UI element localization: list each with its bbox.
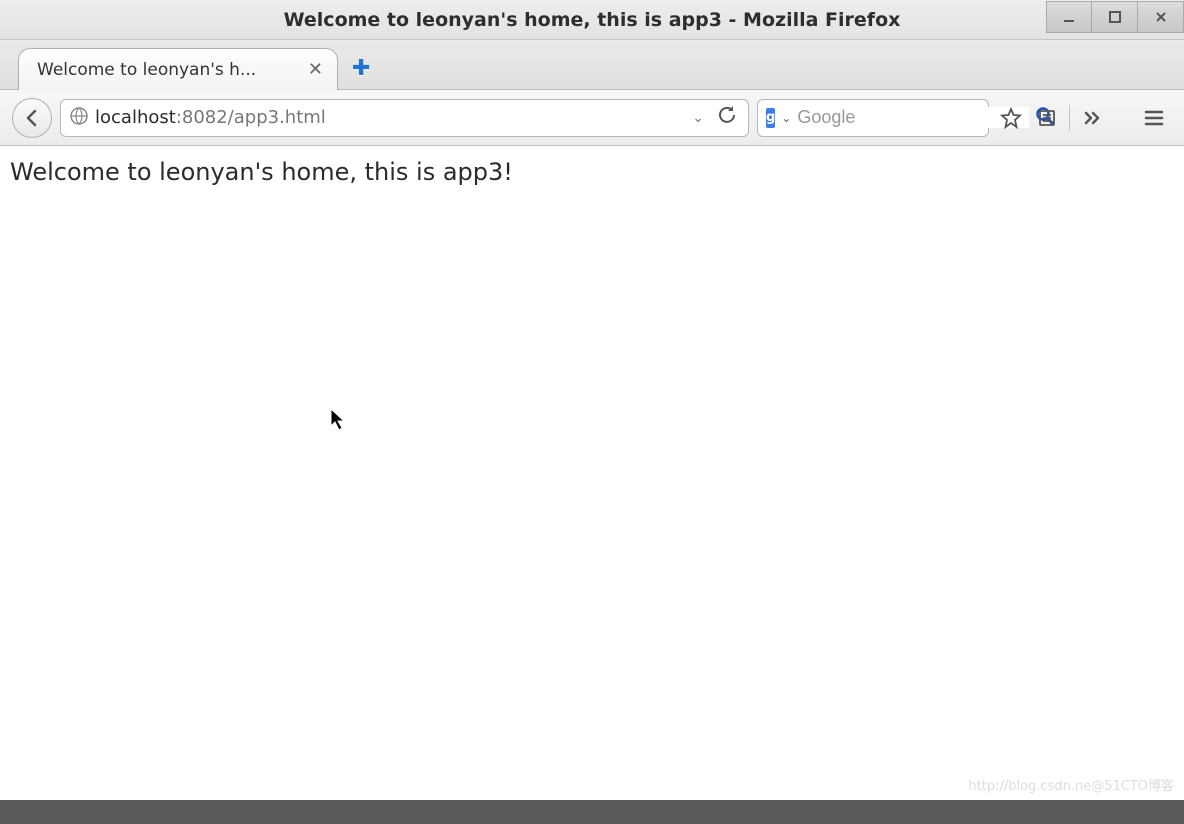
navigation-toolbar: localhost:8082/app3.html ⌄ g ⌄ xyxy=(0,90,1184,146)
url-host: localhost xyxy=(95,107,176,128)
watermark-text: http://blog.csdn.ne@51CTO博客 xyxy=(968,775,1174,794)
new-tab-button[interactable]: ✚ xyxy=(352,56,370,81)
url-dropdown-icon[interactable]: ⌄ xyxy=(688,110,708,126)
browser-tab[interactable]: Welcome to leonyan's h... ✕ xyxy=(18,48,338,90)
cursor-icon xyxy=(330,408,348,436)
bookmark-star-button[interactable] xyxy=(997,107,1025,129)
url-bar[interactable]: localhost:8082/app3.html ⌄ xyxy=(60,99,749,137)
reload-button[interactable] xyxy=(714,106,740,129)
minimize-button[interactable] xyxy=(1046,1,1092,33)
search-engine-icon: g xyxy=(766,108,775,128)
page-body-text: Welcome to leonyan's home, this is app3! xyxy=(10,158,1174,186)
tab-title: Welcome to leonyan's h... xyxy=(37,60,288,80)
hamburger-menu-button[interactable] xyxy=(1136,100,1172,136)
page-content: Welcome to leonyan's home, this is app3!… xyxy=(0,146,1184,824)
maximize-button[interactable] xyxy=(1092,1,1138,33)
window-title: Welcome to leonyan's home, this is app3 … xyxy=(0,9,1184,31)
toolbar-separator xyxy=(1069,105,1070,131)
bottom-bar xyxy=(0,800,1184,824)
close-button[interactable] xyxy=(1138,1,1184,33)
search-engine-dropdown-icon[interactable]: ⌄ xyxy=(781,111,791,125)
bookmarks-list-button[interactable] xyxy=(1033,108,1061,128)
tab-bar: Welcome to leonyan's h... ✕ ✚ xyxy=(0,40,1184,90)
tab-close-icon[interactable]: ✕ xyxy=(308,59,323,80)
url-text: localhost:8082/app3.html xyxy=(95,107,682,128)
window-controls xyxy=(1046,0,1184,39)
back-button[interactable] xyxy=(12,98,52,138)
overflow-button[interactable] xyxy=(1078,107,1106,129)
search-input[interactable] xyxy=(797,107,1029,128)
globe-icon xyxy=(69,106,89,130)
url-path: :8082/app3.html xyxy=(176,107,326,128)
titlebar: Welcome to leonyan's home, this is app3 … xyxy=(0,0,1184,40)
search-bar[interactable]: g ⌄ xyxy=(757,99,989,137)
